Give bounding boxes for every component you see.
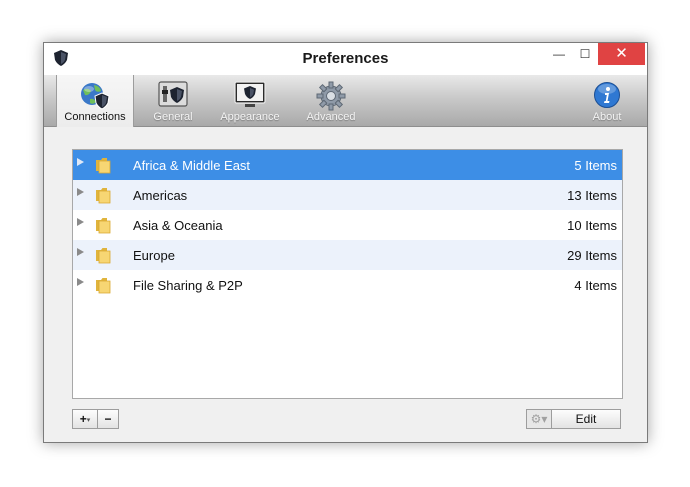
gear-menu-button[interactable]: ⚙▾ — [526, 409, 552, 429]
folder-icon — [96, 158, 111, 174]
gear-icon — [316, 81, 346, 111]
folder-icon — [96, 218, 111, 234]
preferences-toolbar: Connections General Appearance Advanced … — [44, 75, 647, 127]
plus-icon: + — [79, 412, 87, 426]
add-button[interactable]: +▾ — [72, 409, 98, 429]
info-icon — [594, 82, 620, 108]
tab-about-label: About — [592, 111, 622, 123]
tab-about[interactable]: About — [582, 75, 632, 127]
expand-arrow-icon[interactable] — [77, 158, 84, 166]
folder-icon — [96, 278, 111, 294]
expand-arrow-icon[interactable] — [77, 188, 84, 196]
list-item-name: Asia & Oceania — [133, 218, 223, 233]
expand-arrow-icon[interactable] — [77, 218, 84, 226]
maximize-button[interactable]: ☐ — [572, 43, 598, 65]
list-item[interactable]: Africa & Middle East 5 Items — [73, 150, 622, 180]
list-item-count: 5 Items — [574, 158, 617, 173]
minimize-button[interactable]: — — [546, 43, 572, 65]
folder-icon — [96, 248, 111, 264]
tab-advanced-label: Advanced — [306, 111, 356, 123]
tab-general[interactable]: General — [142, 75, 204, 127]
remove-button[interactable]: − — [97, 409, 119, 429]
list-item[interactable]: File Sharing & P2P 4 Items — [73, 270, 622, 300]
title-bar: Preferences — ☐ ✕ — [44, 43, 647, 75]
list-item-count: 13 Items — [567, 188, 617, 203]
list-item-count: 4 Items — [574, 278, 617, 293]
list-item-name: Europe — [133, 248, 175, 263]
tab-connections-label: Connections — [64, 111, 126, 123]
expand-arrow-icon[interactable] — [77, 248, 84, 256]
close-button[interactable]: ✕ — [598, 43, 645, 65]
chevron-down-icon: ▾ — [86, 417, 91, 424]
list-item-name: Americas — [133, 188, 188, 203]
tab-connections[interactable]: Connections — [56, 75, 134, 127]
list-item[interactable]: Europe 29 Items — [73, 240, 622, 270]
list-item-name: Africa & Middle East — [133, 158, 251, 173]
edit-button[interactable]: Edit — [551, 409, 621, 429]
list-item-count: 10 Items — [567, 218, 617, 233]
monitor-shield-icon — [234, 81, 266, 107]
connections-list[interactable]: Africa & Middle East 5 Items Americas 13… — [72, 149, 623, 399]
expand-arrow-icon[interactable] — [77, 278, 84, 286]
folder-icon — [96, 188, 111, 204]
tab-advanced[interactable]: Advanced — [298, 75, 364, 127]
list-item-name: File Sharing & P2P — [133, 278, 243, 293]
tab-appearance-label: Appearance — [220, 111, 280, 123]
list-item[interactable]: Americas 13 Items — [73, 180, 622, 210]
tab-general-label: General — [153, 111, 193, 123]
preferences-window: Preferences — ☐ ✕ Connections General Ap… — [43, 42, 648, 443]
globe-shield-icon — [81, 83, 110, 110]
list-item[interactable]: Asia & Oceania 10 Items — [73, 210, 622, 240]
switch-shield-icon — [158, 81, 188, 107]
tab-appearance[interactable]: Appearance — [212, 75, 288, 127]
list-item-count: 29 Items — [567, 248, 617, 263]
